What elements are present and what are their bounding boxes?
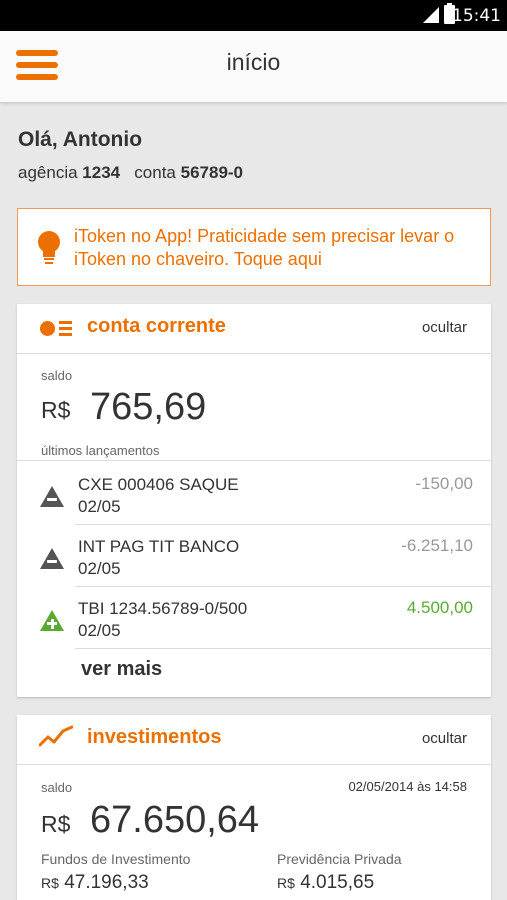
agency-label: agência	[18, 163, 78, 182]
transaction-row[interactable]: TBI 1234.56789-0/500 02/05 4.500,00	[17, 587, 491, 649]
checking-card-title: conta corrente	[87, 315, 226, 337]
trend-chart-icon	[38, 725, 74, 749]
transaction-row[interactable]: INT PAG TIT BANCO 02/05 -6.251,10	[17, 525, 491, 587]
greeting: Olá, Antonio	[18, 128, 143, 151]
signal-icon	[423, 7, 439, 23]
transaction-description: CXE 000406 SAQUE 02/05	[78, 475, 239, 516]
transaction-amount: -6.251,10	[401, 536, 473, 555]
transaction-amount: -150,00	[415, 474, 473, 493]
pension-amount: R$ 4.015,65	[277, 872, 375, 893]
investments-hide-button[interactable]: ocultar	[422, 730, 467, 747]
funds-amount: R$ 47.196,33	[41, 872, 149, 893]
transaction-description: TBI 1234.56789-0/500 02/05	[78, 599, 248, 640]
status-time: 15:41	[452, 6, 501, 26]
investments-card-title: investimentos	[87, 726, 222, 748]
checking-currency: R$	[41, 397, 71, 423]
transaction-row[interactable]: CXE 000406 SAQUE 02/05 -150,00	[17, 463, 491, 525]
checking-balance: 765,69	[90, 386, 207, 428]
checking-account-card: conta corrente ocultar saldo R$ 765,69 ú…	[17, 304, 491, 697]
checking-hide-button[interactable]: ocultar	[422, 319, 467, 336]
investments-currency: R$	[41, 811, 71, 837]
investments-card: investimentos ocultar saldo 02/05/2014 à…	[17, 715, 491, 900]
itoken-banner-text: iToken no App! Praticidade sem precisar …	[74, 226, 455, 269]
see-more-link[interactable]: ver mais	[81, 658, 162, 681]
pension-label: Previdência Privada	[277, 851, 402, 867]
agency-number: 1234	[82, 163, 121, 182]
credit-icon	[40, 610, 64, 631]
divider	[17, 460, 491, 461]
account-number: 56789-0	[180, 163, 244, 182]
account-list-icon	[40, 321, 74, 337]
transaction-amount: 4.500,00	[406, 598, 473, 617]
debit-icon	[40, 548, 64, 569]
funds-label: Fundos de Investimento	[41, 851, 191, 867]
app-bar: início	[0, 31, 507, 103]
investments-card-header: investimentos ocultar	[17, 715, 491, 765]
status-bar: 15:41	[0, 0, 507, 31]
investments-balance: 67.650,64	[90, 799, 260, 841]
investments-timestamp: 02/05/2014 às 14:58	[348, 779, 467, 794]
investments-balance-label: saldo	[41, 780, 73, 795]
checking-balance-label: saldo	[41, 368, 73, 383]
checking-card-header: conta corrente ocultar	[17, 304, 491, 354]
debit-icon	[40, 486, 64, 507]
recent-transactions-label: últimos lançamentos	[41, 443, 160, 458]
transaction-description: INT PAG TIT BANCO 02/05	[78, 537, 240, 578]
page-title: início	[226, 49, 281, 75]
account-label: conta	[134, 163, 176, 182]
itoken-banner[interactable]: iToken no App! Praticidade sem precisar …	[17, 208, 491, 286]
account-info: agência 1234 conta 56789-0	[18, 163, 243, 183]
lightbulb-icon	[38, 231, 60, 265]
